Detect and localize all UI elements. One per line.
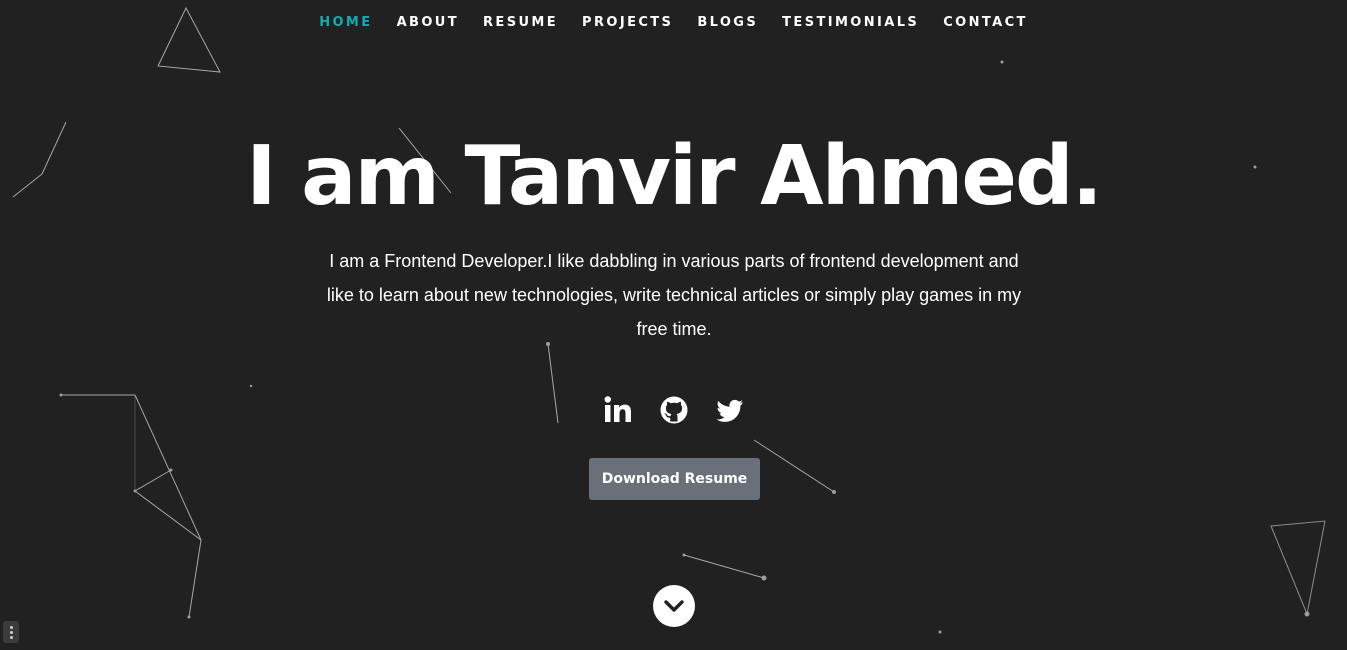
- scroll-down-button[interactable]: [653, 585, 695, 627]
- nav-item-about[interactable]: ABOUT: [385, 14, 471, 32]
- nav-item-contact[interactable]: CONTACT: [931, 14, 1040, 32]
- dot: [9, 630, 13, 634]
- main-navigation: HOME ABOUT RESUME PROJECTS BLOGS TESTIMO…: [0, 14, 1347, 32]
- hero-title: I am Tanvir Ahmed.: [246, 129, 1103, 224]
- chevron-down-icon: [664, 600, 684, 612]
- nav-item-resume[interactable]: RESUME: [471, 14, 570, 32]
- hero-description: I am a Frontend Developer.I like dabblin…: [326, 251, 1022, 339]
- twitter-link[interactable]: [714, 394, 746, 426]
- more-options-handle[interactable]: [3, 621, 19, 643]
- nav-item-blogs[interactable]: BLOGS: [685, 14, 770, 32]
- nav-item-projects[interactable]: PROJECTS: [570, 14, 685, 32]
- download-resume-button[interactable]: Download Resume: [589, 458, 760, 500]
- linkedin-link[interactable]: [602, 394, 634, 426]
- twitter-icon: [716, 399, 743, 422]
- github-icon: [660, 396, 687, 424]
- dot: [9, 635, 13, 639]
- nav-item-testimonials[interactable]: TESTIMONIALS: [770, 14, 931, 32]
- nav-item-home[interactable]: HOME: [307, 14, 384, 32]
- dot: [9, 625, 13, 629]
- page: HOME ABOUT RESUME PROJECTS BLOGS TESTIMO…: [0, 0, 1347, 650]
- github-link[interactable]: [658, 394, 690, 426]
- linkedin-icon: [604, 396, 631, 422]
- social-links: [0, 394, 1347, 426]
